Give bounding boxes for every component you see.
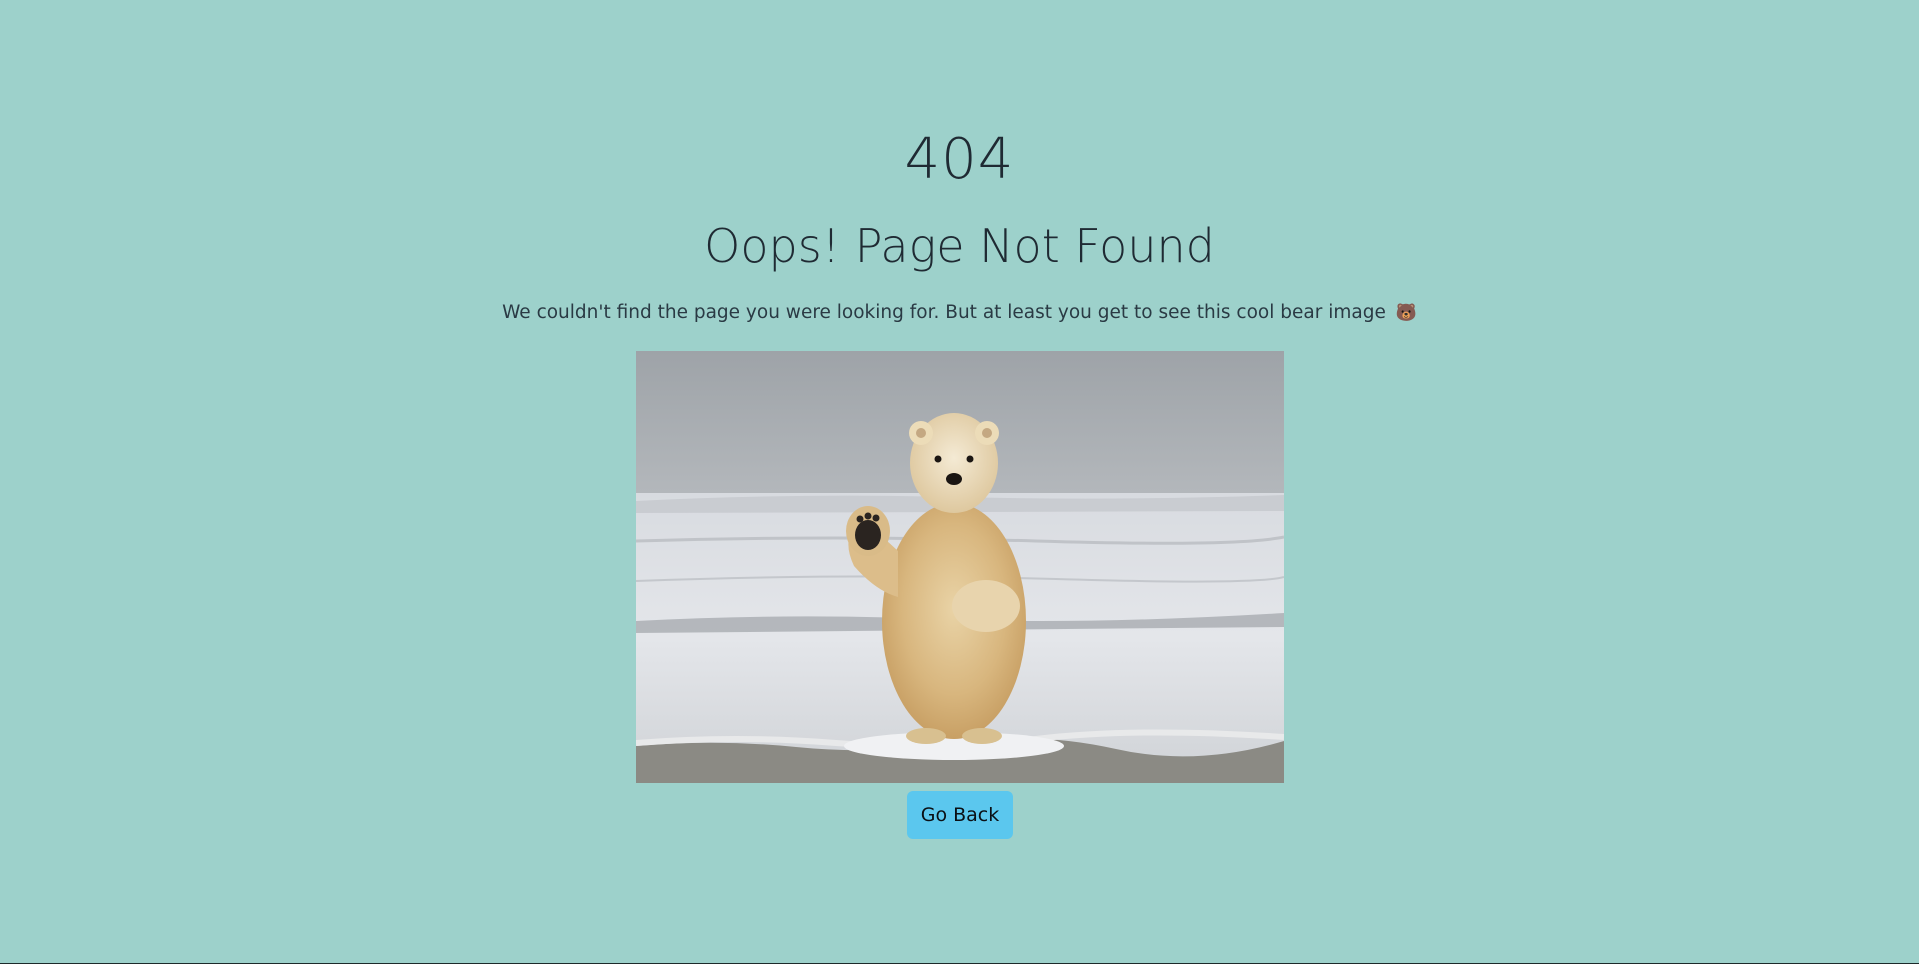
error-message-text: We couldn't find the page you were looki…: [502, 302, 1386, 323]
bear-emoji: 🐻: [1395, 303, 1417, 323]
page-title: Oops! Page Not Found: [704, 219, 1215, 273]
polar-bear-image: [636, 351, 1284, 783]
error-code: 404: [904, 127, 1015, 192]
go-back-button[interactable]: Go Back: [907, 791, 1013, 839]
not-found-page: 404 Oops! Page Not Found We couldn't fin…: [0, 0, 1919, 964]
error-message: We couldn't find the page you were looki…: [0, 301, 1919, 325]
